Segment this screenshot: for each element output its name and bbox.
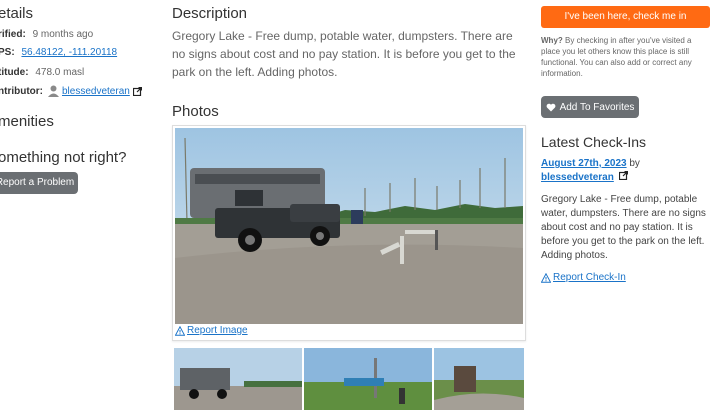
contributor-row: ntributor: blessedveteran [0, 85, 142, 97]
contributor-label: ntributor: [0, 85, 43, 97]
why-text-block: Why? By checking in after you've visited… [541, 35, 706, 79]
main-photo-card: Report Image [172, 125, 526, 341]
description-text: Gregory Lake - Free dump, potable water,… [172, 29, 516, 79]
report-image-row: Report Image [174, 325, 248, 336]
amenities-heading: menities [0, 113, 54, 130]
verified-label: rified: [0, 29, 26, 40]
warning-icon [540, 272, 552, 283]
gps-row: PS: 56.48122, -111.20118 [0, 47, 117, 58]
details-heading: etails [0, 5, 34, 22]
report-checkin-row: Report Check-In [540, 272, 626, 283]
thumbnail-2[interactable] [304, 348, 432, 410]
checkin-date-link[interactable]: August 27th, 2023 [541, 158, 627, 169]
main-photo[interactable] [175, 128, 523, 324]
thumbnail-strip [172, 346, 524, 410]
checkin-by: by [626, 158, 640, 169]
favorites-label: Add To Favorites [559, 101, 635, 113]
gps-label: PS: [0, 47, 15, 58]
thumbnail-3[interactable] [434, 348, 524, 410]
checkin-text: Gregory Lake - Free dump, potable water,… [541, 194, 706, 261]
altitude-label: titude: [0, 67, 29, 78]
external-link-icon[interactable] [618, 170, 628, 181]
report-image-link[interactable]: Report Image [187, 325, 248, 336]
contributor-link[interactable]: blessedveteran [62, 86, 130, 97]
add-to-favorites-button[interactable]: Add To Favorites [541, 96, 639, 118]
thumbnail-1[interactable] [174, 348, 302, 410]
why-text: By checking in after you've visited a pl… [541, 36, 692, 78]
problem-heading: omething not right? [0, 149, 127, 166]
verified-value: 9 months ago [32, 29, 94, 40]
description-heading: Description [172, 5, 248, 22]
user-avatar-icon [48, 85, 59, 97]
verified-row: rified: 9 months ago [0, 29, 93, 40]
report-problem-button[interactable]: Report a Problem [0, 172, 78, 194]
gps-link[interactable]: 56.48122, -111.20118 [21, 47, 117, 58]
warning-icon [174, 325, 186, 336]
checkin-user-link[interactable]: blessedveteran [541, 172, 614, 183]
check-in-button[interactable]: I've been here, check me in [541, 6, 710, 28]
external-link-icon[interactable] [132, 86, 142, 96]
report-checkin-link[interactable]: Report Check-In [553, 272, 626, 283]
checkin-meta: August 27th, 2023 by blessedveteran [541, 157, 711, 185]
altitude-row: titude: 478.0 masl [0, 67, 84, 78]
heart-icon [546, 103, 556, 112]
latest-checkins-heading: Latest Check-Ins [541, 134, 647, 150]
why-label: Why? [541, 36, 563, 45]
photos-heading: Photos [172, 103, 219, 120]
altitude-value: 478.0 masl [35, 67, 85, 78]
